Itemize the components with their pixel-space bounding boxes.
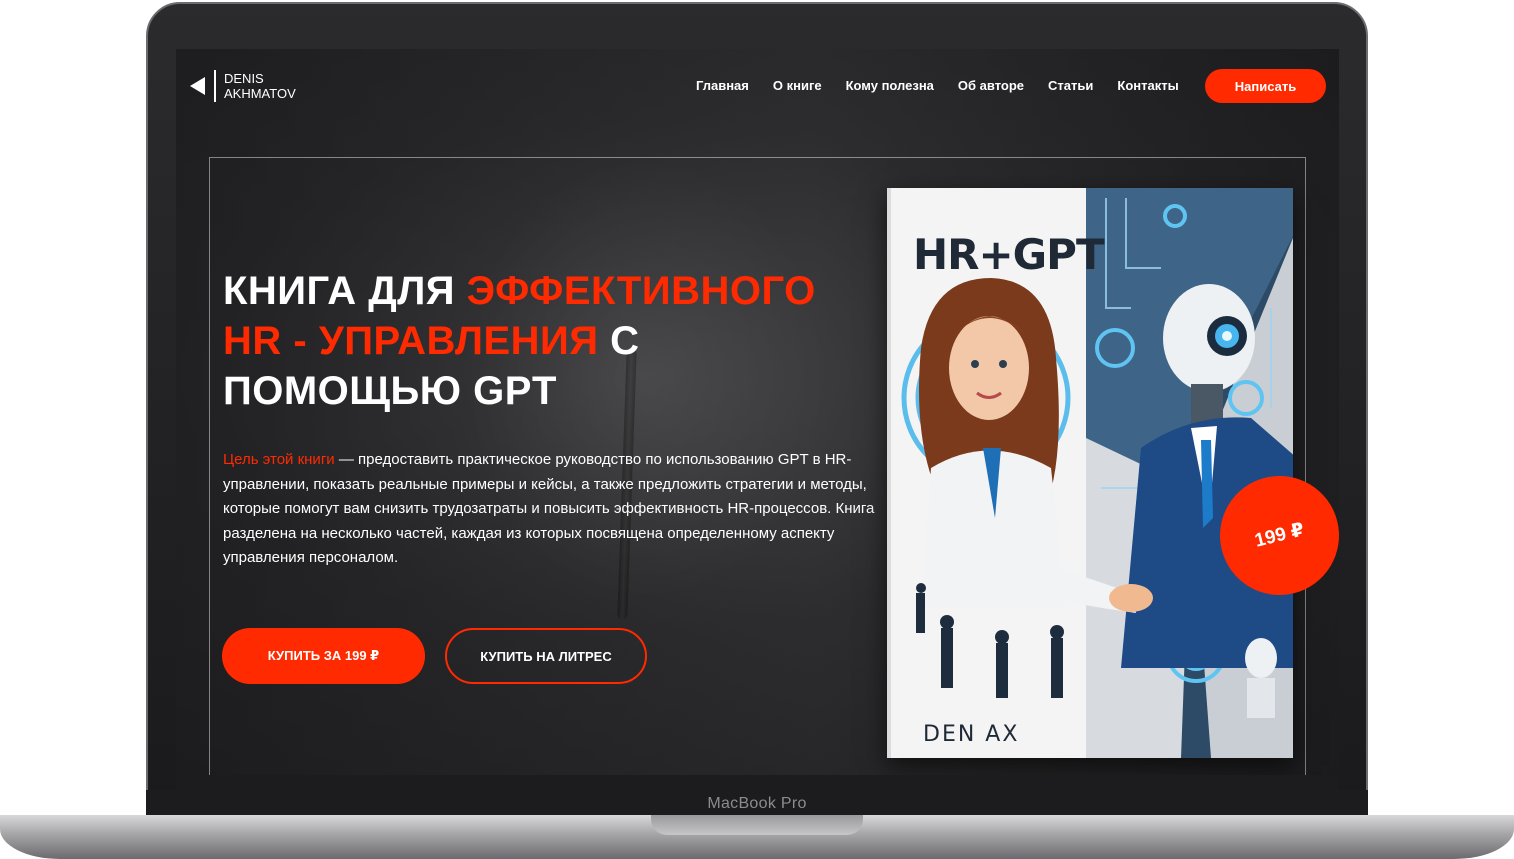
hero-title-accent-2: HR - УПРАВЛЕНИЯ xyxy=(223,319,599,363)
hero-description-body: — предоставить практическое руководство … xyxy=(223,451,875,567)
hero-title: КНИГА ДЛЯ ЭФФЕКТИВНОГО HR - УПРАВЛЕНИЯ С… xyxy=(223,266,863,416)
hero-title-part-2: С xyxy=(598,319,640,363)
book-cover-author: DEN AX xyxy=(923,722,1020,747)
nav-item-home[interactable]: Главная xyxy=(696,78,749,93)
nav-item-about-book[interactable]: О книге xyxy=(773,78,822,93)
write-button[interactable]: Написать xyxy=(1205,69,1326,103)
logo-text: DENIS AKHMATOV xyxy=(224,71,296,101)
laptop-base-notch xyxy=(651,815,863,835)
hero-description-lead: Цель этой книги xyxy=(223,451,335,468)
logo-line-1: DENIS xyxy=(224,71,264,86)
hero-title-accent-1: ЭФФЕКТИВНОГО xyxy=(466,269,816,313)
book-cover-title: HR+GPT xyxy=(913,230,1105,279)
play-triangle-icon xyxy=(190,77,205,95)
book-cover[interactable]: HR+GPT DEN AX xyxy=(887,188,1293,758)
nav-item-audience[interactable]: Кому полезна xyxy=(846,78,934,93)
hero-description: Цель этой книги — предоставить практичес… xyxy=(223,448,883,571)
logo-divider xyxy=(214,70,216,102)
device-label: MacBook Pro xyxy=(707,795,807,812)
buy-litres-button[interactable]: КУПИТЬ НА ЛИТРЕС xyxy=(445,628,647,684)
logo-line-2: AKHMATOV xyxy=(224,86,296,101)
buy-button[interactable]: КУПИТЬ ЗА 199 ₽ xyxy=(222,628,425,684)
nav-item-articles[interactable]: Статьи xyxy=(1048,78,1093,93)
nav-item-about-author[interactable]: Об авторе xyxy=(958,78,1024,93)
hero-title-part-1: КНИГА ДЛЯ xyxy=(223,269,467,313)
nav-item-contacts[interactable]: Контакты xyxy=(1117,78,1178,93)
main-nav: Главная О книге Кому полезна Об авторе С… xyxy=(696,78,1203,93)
hero-title-part-3: ПОМОЩЬЮ GPT xyxy=(223,369,557,413)
logo[interactable]: DENIS AKHMATOV xyxy=(190,70,296,102)
